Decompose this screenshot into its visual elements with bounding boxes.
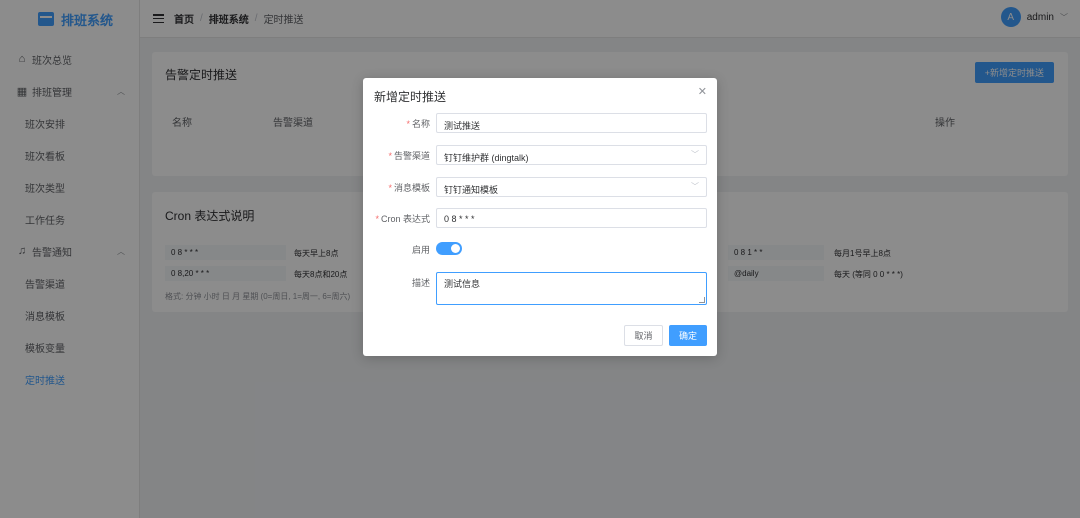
- form-row-desc: 描述 测试信息: [363, 272, 717, 305]
- template-select[interactable]: 钉钉通知模板 ﹀: [436, 177, 707, 197]
- form-row-cron: * Cron 表达式 0 8 * * *: [363, 208, 717, 228]
- enabled-toggle[interactable]: [436, 242, 462, 255]
- resize-handle-icon[interactable]: [699, 297, 705, 303]
- toggle-knob: [451, 244, 460, 253]
- field-label: 描述: [411, 278, 430, 288]
- field-label: * 名称: [406, 119, 430, 129]
- template-select-value: 钉钉通知模板: [444, 185, 499, 195]
- form-row-name: * 名称 测试推送: [363, 113, 717, 133]
- cancel-button[interactable]: 取消: [624, 325, 663, 346]
- form-row-enabled: 启用: [363, 239, 717, 259]
- dialog-title: 新增定时推送: [374, 90, 447, 104]
- description-textarea[interactable]: 测试信息: [436, 272, 707, 305]
- confirm-button[interactable]: 确定: [669, 325, 707, 346]
- chevron-down-icon: ﹀: [691, 182, 699, 191]
- add-scheduled-push-dialog: 新增定时推送 ✕ * 名称 测试推送 * 告警渠道 钉钉维护群 (dingtalk)…: [363, 78, 717, 356]
- name-input[interactable]: 测试推送: [436, 113, 707, 133]
- field-label: * 消息模板: [388, 183, 430, 193]
- chevron-down-icon: ﹀: [691, 150, 699, 159]
- description-value: 测试信息: [444, 279, 481, 289]
- cron-input[interactable]: 0 8 * * *: [436, 208, 707, 228]
- field-label: * Cron 表达式: [375, 214, 430, 224]
- field-label: 启用: [411, 245, 430, 255]
- channel-select[interactable]: 钉钉维护群 (dingtalk) ﹀: [436, 145, 707, 165]
- form-row-channel: * 告警渠道 钉钉维护群 (dingtalk) ﹀: [363, 145, 717, 165]
- channel-select-value: 钉钉维护群 (dingtalk): [444, 153, 529, 163]
- close-icon[interactable]: ✕: [698, 85, 707, 98]
- form-row-template: * 消息模板 钉钉通知模板 ﹀: [363, 177, 717, 197]
- field-label: * 告警渠道: [388, 151, 430, 161]
